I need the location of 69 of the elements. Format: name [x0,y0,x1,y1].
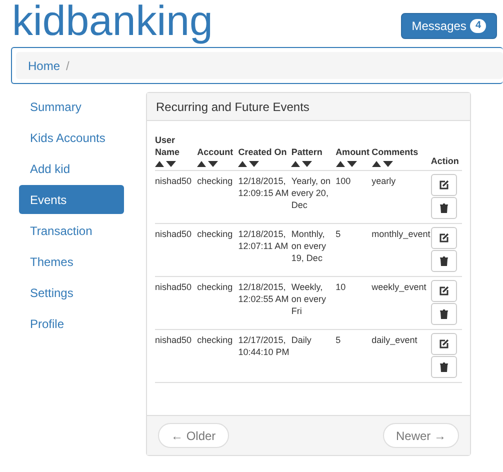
table-cell: nishad50 [155,229,192,239]
trash-icon [438,362,449,372]
table-cell: 5 [336,335,341,345]
column-header[interactable]: Comments [372,146,429,158]
delete-button[interactable] [430,250,457,272]
sort-icon[interactable] [291,161,312,167]
home-link[interactable]: Home [28,56,60,74]
sidebar-item[interactable]: Transaction [19,216,124,245]
table-cell: 100 [336,176,351,186]
sidebar-item[interactable]: Add kid [19,154,124,183]
table-cell: checking [197,229,233,239]
delete-button[interactable] [430,197,457,219]
sidebar-item[interactable]: Events [19,185,124,214]
sidebar-item[interactable]: Profile [19,309,124,338]
table-cell: Yearly, on every 20, Dec [291,176,330,210]
trash-icon [438,256,449,266]
table-cell: nishad50 [155,282,192,292]
newer-button[interactable]: Newer → [382,423,459,448]
table-cell: checking [197,176,233,186]
edit-button[interactable] [430,174,457,196]
sidebar-item[interactable]: Settings [19,278,124,307]
table-cell: 12/18/2015, 12:07:11 AM [238,229,288,251]
messages-button[interactable]: Messages 4 [400,13,497,39]
table-cell: daily_event [372,335,418,345]
table-cell: Monthly, on every 19, Dec [291,229,326,263]
column-header[interactable]: Account [197,146,236,158]
table-cell: 12/17/2015, 10:44:10 PM [238,335,290,357]
table-cell: Daily [291,335,312,345]
table-cell: monthly_event [372,229,430,239]
table-cell: nishad50 [155,335,192,345]
edit-button[interactable] [430,227,457,249]
sort-icon[interactable] [238,161,260,167]
sidebar-item[interactable]: Summary [19,92,124,121]
table-cell: checking [197,335,233,345]
sort-icon[interactable] [197,161,218,167]
column-header[interactable]: Amount [336,146,370,158]
older-button[interactable]: ← Older [158,423,229,448]
sort-icon[interactable] [372,161,393,167]
table-cell: 12/18/2015, 12:09:15 AM [238,176,289,198]
edit-icon [438,233,449,243]
sidebar-item[interactable]: Kids Accounts [19,123,124,152]
edit-button[interactable] [430,333,457,355]
sort-icon[interactable] [155,161,176,167]
delete-button[interactable] [430,356,457,378]
column-header[interactable]: User Name [155,134,196,158]
column-header[interactable]: Created On [238,146,290,158]
table-cell: Weekly, on every Fri [291,282,326,316]
table-cell: nishad50 [155,176,192,186]
breadcrumb-separator: / [66,58,70,74]
panel-title: Recurring and Future Events [147,93,470,121]
edit-icon [438,180,449,190]
table-cell: yearly [372,176,396,186]
trash-icon [438,203,449,213]
edit-button[interactable] [430,280,457,302]
site-logo[interactable]: kidbanking [12,0,213,43]
table-cell: checking [197,282,233,292]
column-header[interactable]: Pattern [291,146,334,158]
table-cell: 12/18/2015, 12:02:55 AM [238,282,289,304]
sidebar-item[interactable]: Themes [19,247,124,276]
table-cell: 5 [336,229,341,239]
edit-icon [438,339,449,349]
edit-icon [438,286,449,296]
trash-icon [438,309,449,319]
table-cell: 10 [336,282,346,292]
delete-button[interactable] [430,303,457,325]
count-badge: 4 [470,19,486,33]
sort-icon[interactable] [336,161,357,167]
column-header: Action [430,155,460,167]
table-cell: weekly_event [372,282,426,292]
